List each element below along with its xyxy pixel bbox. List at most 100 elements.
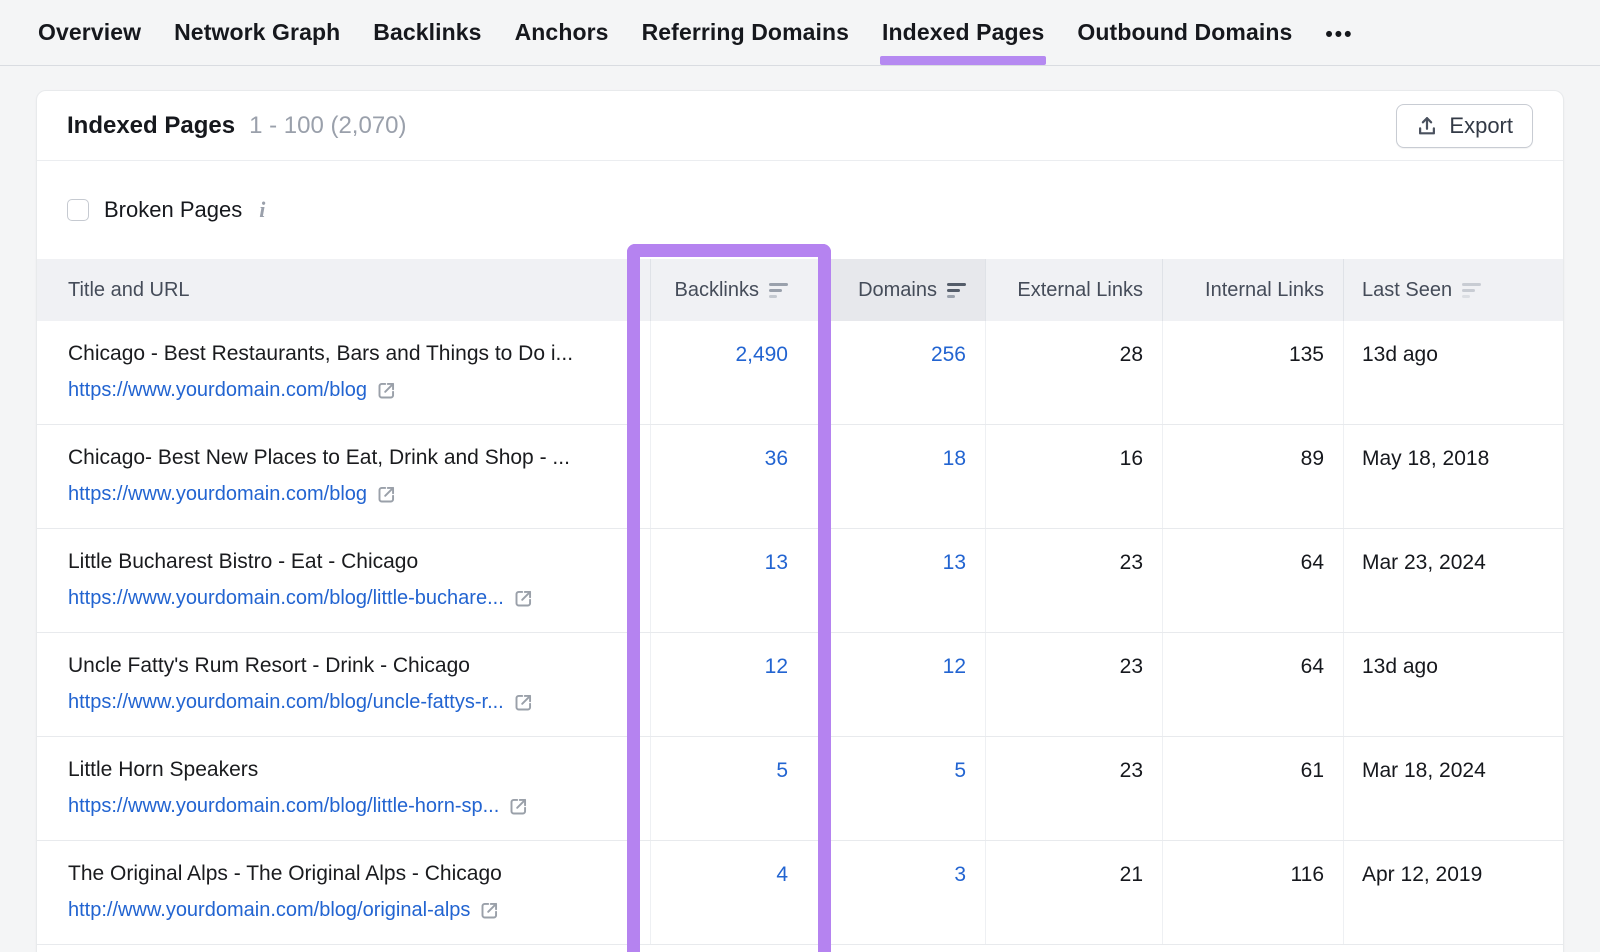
domains-value-link[interactable]: 12 — [943, 655, 966, 678]
external-links-cell: 21 — [985, 841, 1162, 944]
domains-cell: 3 — [818, 841, 985, 944]
sort-icon[interactable] — [947, 283, 966, 298]
internal-links-cell: 116 — [1162, 841, 1343, 944]
external-links-cell: 16 — [985, 425, 1162, 528]
last-seen-value: May 18, 2018 — [1362, 447, 1489, 470]
url-text: http://www.yourdomain.com/blog/original-… — [68, 899, 470, 922]
external-links-cell: 23 — [985, 529, 1162, 632]
backlinks-cell: 4 — [650, 841, 818, 944]
backlinks-value-link[interactable]: 12 — [765, 655, 788, 678]
external-link-icon[interactable] — [508, 796, 529, 817]
info-icon[interactable]: i — [257, 197, 267, 223]
last-seen-value: Apr 12, 2019 — [1362, 863, 1482, 886]
domains-value-link[interactable]: 18 — [943, 447, 966, 470]
table-row: Uncle Fatty's Rum Resort - Drink - Chica… — [37, 633, 1563, 737]
broken-pages-checkbox[interactable] — [67, 199, 89, 221]
tab-network-graph[interactable]: Network Graph — [174, 0, 340, 65]
backlinks-value-link[interactable]: 5 — [776, 759, 788, 782]
last-seen-value: Mar 23, 2024 — [1362, 551, 1486, 574]
column-header-internal-links: Internal Links — [1162, 259, 1343, 321]
table-row: Chicago- Best New Places to Eat, Drink a… — [37, 425, 1563, 529]
tab-referring-domains[interactable]: Referring Domains — [642, 0, 849, 65]
column-label: External Links — [1017, 279, 1143, 302]
tab-label: Referring Domains — [642, 19, 849, 46]
last-seen-cell: Apr 12, 2019 — [1343, 841, 1563, 944]
page-title: Indexed Pages — [67, 112, 235, 140]
title-url-cell: Little Bucharest Bistro - Eat - Chicago … — [37, 529, 650, 632]
external-link-icon[interactable] — [376, 484, 397, 505]
tab-label: Overview — [38, 19, 141, 46]
title-url-cell: Little Horn Speakers https://www.yourdom… — [37, 737, 650, 840]
backlinks-cell: 2,490 — [650, 321, 818, 424]
page-title-text: Chicago- Best New Places to Eat, Drink a… — [68, 445, 650, 471]
column-label: Domains — [858, 279, 937, 302]
internal-links-value: 116 — [1291, 863, 1324, 886]
filter-row: Broken Pages i — [37, 161, 1563, 259]
internal-links-value: 135 — [1289, 343, 1324, 366]
title-url-cell: Chicago- Best New Places to Eat, Drink a… — [37, 425, 650, 528]
column-header-last-seen[interactable]: Last Seen — [1343, 259, 1563, 321]
domains-value-link[interactable]: 13 — [943, 551, 966, 574]
page-url-link[interactable]: https://www.yourdomain.com/blog/little-b… — [68, 587, 650, 610]
page-title-text: Little Bucharest Bistro - Eat - Chicago — [68, 549, 650, 575]
page-url-link[interactable]: https://www.yourdomain.com/blog/little-h… — [68, 795, 650, 818]
url-text: https://www.yourdomain.com/blog/little-b… — [68, 587, 504, 610]
page-url-link[interactable]: https://www.yourdomain.com/blog — [68, 483, 650, 506]
page-url-link[interactable]: https://www.yourdomain.com/blog — [68, 379, 650, 402]
backlinks-value-link[interactable]: 13 — [765, 551, 788, 574]
page-title-text: The Original Alps - The Original Alps - … — [68, 861, 650, 887]
tabs-more-button[interactable]: ••• — [1325, 0, 1353, 65]
export-button[interactable]: Export — [1396, 104, 1533, 148]
column-header-title-url: Title and URL — [37, 259, 650, 321]
tab-anchors[interactable]: Anchors — [515, 0, 609, 65]
upload-icon — [1416, 115, 1438, 137]
domains-value-link[interactable]: 5 — [954, 759, 966, 782]
external-links-cell: 28 — [985, 321, 1162, 424]
last-seen-value: 13d ago — [1362, 655, 1438, 678]
table-row: Chicago - Best Restaurants, Bars and Thi… — [37, 321, 1563, 425]
external-link-icon[interactable] — [376, 380, 397, 401]
url-text: https://www.yourdomain.com/blog — [68, 379, 367, 402]
internal-links-cell: 61 — [1162, 737, 1343, 840]
title-url-cell: The Original Alps - The Original Alps - … — [37, 841, 650, 944]
last-seen-value: Mar 18, 2024 — [1362, 759, 1486, 782]
internal-links-value: 89 — [1301, 447, 1324, 470]
sort-icon[interactable] — [769, 283, 788, 298]
internal-links-value: 64 — [1301, 655, 1324, 678]
page-url-link[interactable]: http://www.yourdomain.com/blog/original-… — [68, 899, 650, 922]
backlinks-value-link[interactable]: 4 — [776, 863, 788, 886]
external-links-value: 23 — [1120, 759, 1143, 782]
backlinks-cell: 12 — [650, 633, 818, 736]
tab-overview[interactable]: Overview — [38, 0, 141, 65]
external-link-icon[interactable] — [513, 588, 534, 609]
external-links-cell: 23 — [985, 633, 1162, 736]
table-row: Little Bucharest Bistro - Eat - Chicago … — [37, 529, 1563, 633]
external-link-icon[interactable] — [479, 900, 500, 921]
column-header-domains[interactable]: Domains — [818, 259, 985, 321]
url-text: https://www.yourdomain.com/blog/little-h… — [68, 795, 499, 818]
page-url-link[interactable]: https://www.yourdomain.com/blog/uncle-fa… — [68, 691, 650, 714]
external-link-icon[interactable] — [513, 692, 534, 713]
domains-cell: 18 — [818, 425, 985, 528]
external-links-cell: 23 — [985, 737, 1162, 840]
internal-links-value: 61 — [1301, 759, 1324, 782]
backlinks-value-link[interactable]: 36 — [765, 447, 788, 470]
tab-backlinks[interactable]: Backlinks — [373, 0, 481, 65]
tab-indexed-pages[interactable]: Indexed Pages — [882, 0, 1044, 65]
domains-value-link[interactable]: 3 — [954, 863, 966, 886]
column-header-backlinks[interactable]: Backlinks — [650, 259, 818, 321]
tab-outbound-domains[interactable]: Outbound Domains — [1077, 0, 1292, 65]
column-label: Last Seen — [1362, 279, 1452, 302]
export-label: Export — [1449, 113, 1513, 139]
sort-icon[interactable] — [1462, 283, 1481, 298]
backlinks-value-link[interactable]: 2,490 — [735, 343, 788, 366]
internal-links-value: 64 — [1301, 551, 1324, 574]
title-url-cell: Chicago - Best Restaurants, Bars and Thi… — [37, 321, 650, 424]
column-label: Internal Links — [1205, 279, 1324, 302]
domains-cell: 13 — [818, 529, 985, 632]
last-seen-cell: 13d ago — [1343, 633, 1563, 736]
domains-cell: 256 — [818, 321, 985, 424]
last-seen-cell: 13d ago — [1343, 321, 1563, 424]
external-links-value: 16 — [1120, 447, 1143, 470]
domains-value-link[interactable]: 256 — [931, 343, 966, 366]
